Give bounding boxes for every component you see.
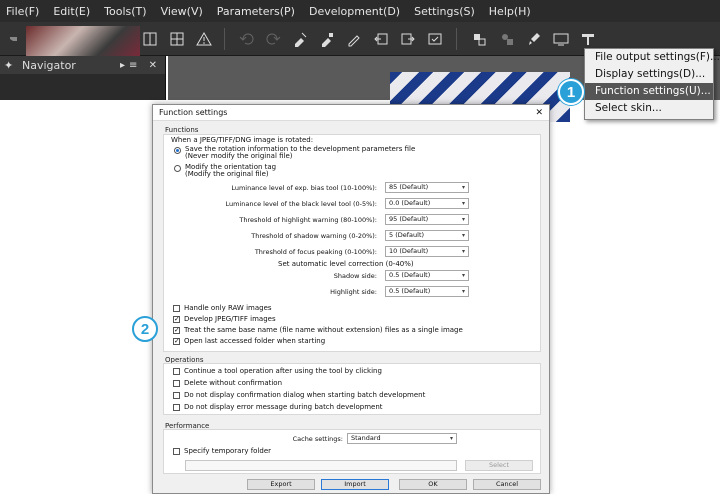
cache-settings-label: Cache settings: [292, 435, 343, 443]
chevron-down-icon: ▾ [461, 272, 465, 279]
radio-modify-orientation[interactable] [174, 165, 181, 172]
puzzle-alt-icon[interactable] [496, 28, 518, 50]
ok-button[interactable]: OK [399, 479, 467, 490]
open-last-folder-checkbox[interactable]: ✓ [173, 338, 180, 345]
menu-view[interactable]: View(V) [161, 5, 203, 18]
black-level-label: Luminance level of the black level tool … [225, 200, 377, 208]
shadow-warning-label: Threshold of shadow warning (0-20%): [251, 232, 377, 240]
check-box-icon[interactable] [424, 28, 446, 50]
menu-tools[interactable]: Tools(T) [104, 5, 146, 18]
edit-icon[interactable] [343, 28, 365, 50]
develop-jpeg-tiff-label: Develop JPEG/TIFF images [184, 315, 276, 323]
menu-edit[interactable]: Edit(E) [53, 5, 90, 18]
open-last-folder-label: Open last accessed folder when starting [184, 337, 326, 345]
no-batch-error-label: Do not display error message during batc… [184, 403, 383, 411]
menu-item-file-output-settings[interactable]: File output settings(F)... [585, 49, 720, 66]
menu-help[interactable]: Help(H) [489, 5, 531, 18]
app-screen: File(F) Edit(E) Tools(T) View(V) Paramet… [0, 0, 720, 494]
continue-tool-checkbox[interactable] [173, 368, 180, 375]
rotate-left-icon[interactable] [4, 28, 26, 50]
radio-modify-orientation-note: (Modify the original file) [185, 170, 269, 178]
temp-folder-path-input[interactable] [185, 460, 457, 471]
import-button[interactable]: Import [321, 479, 389, 490]
highlight-side-select[interactable]: 0.5 (Default) ▾ [385, 286, 469, 297]
develop-icon[interactable] [289, 28, 311, 50]
cache-settings-select[interactable]: Standard ▾ [347, 433, 457, 444]
navigator-panel: ✦ Navigator ▸≡ ✕ [0, 56, 166, 100]
exp-bias-label: Luminance level of exp. bias tool (10-10… [231, 184, 377, 192]
handle-raw-only-checkbox[interactable] [173, 305, 180, 312]
chevron-down-icon: ▾ [461, 200, 465, 207]
same-base-name-checkbox[interactable]: ✓ [173, 327, 180, 334]
specify-temp-folder-checkbox[interactable] [173, 448, 180, 455]
cancel-button[interactable]: Cancel [473, 479, 541, 490]
close-icon[interactable]: ✕ [535, 108, 543, 118]
brush-icon[interactable] [523, 28, 545, 50]
callout-1: 1 [558, 79, 584, 105]
focus-peaking-label: Threshold of focus peaking (0-100%): [254, 248, 377, 256]
menu-item-display-settings[interactable]: Display settings(D)... [585, 66, 713, 83]
no-batch-confirmation-checkbox[interactable] [173, 392, 180, 399]
highlight-warning-select[interactable]: 95 (Default) ▾ [385, 214, 469, 225]
open-left-icon[interactable] [370, 28, 392, 50]
open-right-icon[interactable] [397, 28, 419, 50]
black-level-select[interactable]: 0.0 (Default) ▾ [385, 198, 469, 209]
undo-icon[interactable] [236, 28, 258, 50]
focus-peaking-select[interactable]: 10 (Default) ▾ [385, 246, 469, 257]
menu-bar: File(F) Edit(E) Tools(T) View(V) Paramet… [0, 0, 720, 22]
shadow-side-select[interactable]: 0.5 (Default) ▾ [385, 270, 469, 281]
no-batch-confirmation-label: Do not display confirmation dialog when … [184, 391, 426, 399]
same-base-name-label: Treat the same base name (file name with… [184, 326, 463, 334]
view-compare-icon[interactable] [139, 28, 161, 50]
develop-selected-icon[interactable] [316, 28, 338, 50]
chevron-down-icon: ▾ [461, 216, 465, 223]
select-folder-button[interactable]: Select [465, 460, 533, 471]
dialog-title: Function settings [159, 108, 228, 117]
warning-icon[interactable] [193, 28, 215, 50]
puzzle-icon[interactable] [468, 28, 490, 50]
shadow-warning-select[interactable]: 5 (Default) ▾ [385, 230, 469, 241]
shadow-side-label: Shadow side: [333, 272, 377, 280]
navigator-header: ✦ Navigator ▸≡ ✕ [0, 56, 165, 74]
radio-save-rotation-note: (Never modify the original file) [185, 152, 293, 160]
delete-without-confirmation-label: Delete without confirmation [184, 379, 283, 387]
specify-temp-folder-label: Specify temporary folder [184, 447, 272, 455]
rotate-prompt: When a JPEG/TIFF/DNG image is rotated: [171, 136, 314, 144]
handle-raw-only-label: Handle only RAW images [184, 304, 272, 312]
no-batch-error-checkbox[interactable] [173, 404, 180, 411]
delete-without-confirmation-checkbox[interactable] [173, 380, 180, 387]
menu-development[interactable]: Development(D) [309, 5, 400, 18]
auto-level-label: Set automatic level correction (0-40%) [278, 260, 414, 268]
navigator-thumbnail[interactable] [26, 26, 140, 56]
chevron-down-icon: ▾ [461, 184, 465, 191]
radio-save-rotation[interactable] [174, 147, 181, 154]
highlight-side-label: Highlight side: [330, 288, 377, 296]
chevron-down-icon: ▾ [461, 288, 465, 295]
highlight-warning-label: Threshold of highlight warning (80-100%)… [239, 216, 377, 224]
chevron-down-icon: ▾ [449, 435, 453, 442]
menu-parameters[interactable]: Parameters(P) [217, 5, 295, 18]
menu-settings[interactable]: Settings(S) [414, 5, 475, 18]
monitor-icon[interactable] [550, 28, 572, 50]
function-settings-dialog: Function settings ✕ Functions When a JPE… [152, 104, 550, 494]
ruler-icon[interactable] [577, 28, 599, 50]
pin-icon[interactable]: ✦ [4, 59, 16, 72]
redo-icon[interactable] [262, 28, 284, 50]
navigator-title: Navigator [22, 58, 76, 72]
settings-dropdown: File output settings(F)... Display setti… [584, 48, 720, 120]
menu-item-select-skin[interactable]: Select skin... [585, 100, 713, 117]
dialog-title-bar: Function settings ✕ [153, 105, 549, 121]
menu-item-function-settings[interactable]: Function settings(U)... [585, 83, 713, 100]
panel-controls-icon[interactable]: ▸≡ ✕ [120, 60, 161, 71]
view-quad-icon[interactable] [166, 28, 188, 50]
exp-bias-select[interactable]: 85 (Default) ▾ [385, 182, 469, 193]
functions-group-label: Functions [165, 126, 199, 134]
menu-file[interactable]: File(F) [6, 5, 39, 18]
export-button[interactable]: Export [247, 479, 315, 490]
continue-tool-label: Continue a tool operation after using th… [184, 367, 382, 375]
develop-jpeg-tiff-checkbox[interactable]: ✓ [173, 316, 180, 323]
chevron-down-icon: ▾ [461, 232, 465, 239]
chevron-down-icon: ▾ [461, 248, 465, 255]
callout-2: 2 [132, 316, 158, 342]
